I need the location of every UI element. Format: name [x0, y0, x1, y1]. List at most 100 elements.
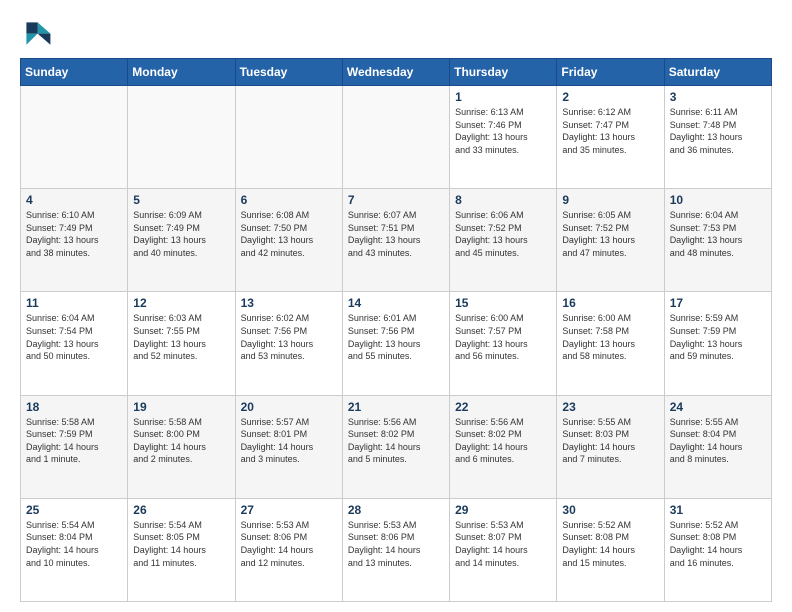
calendar-table: SundayMondayTuesdayWednesdayThursdayFrid… — [20, 58, 772, 602]
day-info: Sunrise: 5:55 AM Sunset: 8:04 PM Dayligh… — [670, 416, 766, 466]
day-cell: 10Sunrise: 6:04 AM Sunset: 7:53 PM Dayli… — [664, 189, 771, 292]
day-number: 13 — [241, 296, 337, 310]
day-cell: 15 Sunrise: 6:00 AM Sunset: 7:57 PM Dayli… — [450, 292, 557, 395]
day-info: Sunrise: 5:52 AM Sunset: 8:08 PM Dayligh… — [670, 519, 766, 569]
day-cell — [235, 86, 342, 189]
day-info: Sunrise: 6:04 AM Sunset: 7:54 PM Dayligh… — [26, 312, 122, 362]
day-info: Sunrise: 5:54 AM Sunset: 8:05 PM Dayligh… — [133, 519, 229, 569]
day-number: 28 — [348, 503, 444, 517]
day-number: 5 — [133, 193, 229, 207]
day-info: Sunrise: 6:07 AM Sunset: 7:51 PM Dayligh… — [348, 209, 444, 259]
day-cell: 1 Sunrise: 6:13 AM Sunset: 7:46 PM Daylig… — [450, 86, 557, 189]
day-cell: 8Sunrise: 6:06 AM Sunset: 7:52 PM Daylig… — [450, 189, 557, 292]
day-info: Sunrise: 5:59 AM Sunset: 7:59 PM Dayligh… — [670, 312, 766, 362]
calendar-body: 1 Sunrise: 6:13 AM Sunset: 7:46 PM Daylig… — [21, 86, 772, 602]
day-cell: 31 Sunrise: 5:52 AM Sunset: 8:08 PM Dayli… — [664, 498, 771, 601]
day-number: 24 — [670, 400, 766, 414]
day-cell: 27 Sunrise: 5:53 AM Sunset: 8:06 PM Dayli… — [235, 498, 342, 601]
day-info: Sunrise: 6:06 AM Sunset: 7:52 PM Dayligh… — [455, 209, 551, 259]
day-cell: 7 Sunrise: 6:07 AM Sunset: 7:51 PM Daylig… — [342, 189, 449, 292]
day-info: Sunrise: 6:04 AM Sunset: 7:53 PM Dayligh… — [670, 209, 766, 259]
weekday-friday: Friday — [557, 59, 664, 86]
day-cell: 21 Sunrise: 5:56 AM Sunset: 8:02 PM Dayli… — [342, 395, 449, 498]
day-number: 14 — [348, 296, 444, 310]
day-number: 18 — [26, 400, 122, 414]
day-number: 27 — [241, 503, 337, 517]
weekday-thursday: Thursday — [450, 59, 557, 86]
day-info: Sunrise: 6:08 AM Sunset: 7:50 PM Dayligh… — [241, 209, 337, 259]
day-number: 30 — [562, 503, 658, 517]
day-info: Sunrise: 6:12 AM Sunset: 7:47 PM Dayligh… — [562, 106, 658, 156]
day-number: 7 — [348, 193, 444, 207]
day-info: Sunrise: 6:02 AM Sunset: 7:56 PM Dayligh… — [241, 312, 337, 362]
day-info: Sunrise: 5:53 AM Sunset: 8:07 PM Dayligh… — [455, 519, 551, 569]
day-info: Sunrise: 5:52 AM Sunset: 8:08 PM Dayligh… — [562, 519, 658, 569]
day-number: 12 — [133, 296, 229, 310]
day-info: Sunrise: 6:13 AM Sunset: 7:46 PM Dayligh… — [455, 106, 551, 156]
day-info: Sunrise: 5:56 AM Sunset: 8:02 PM Dayligh… — [455, 416, 551, 466]
day-info: Sunrise: 6:03 AM Sunset: 7:55 PM Dayligh… — [133, 312, 229, 362]
day-info: Sunrise: 5:55 AM Sunset: 8:03 PM Dayligh… — [562, 416, 658, 466]
weekday-wednesday: Wednesday — [342, 59, 449, 86]
day-info: Sunrise: 6:09 AM Sunset: 7:49 PM Dayligh… — [133, 209, 229, 259]
day-cell: 9Sunrise: 6:05 AM Sunset: 7:52 PM Daylig… — [557, 189, 664, 292]
day-number: 26 — [133, 503, 229, 517]
weekday-tuesday: Tuesday — [235, 59, 342, 86]
day-cell: 5 Sunrise: 6:09 AM Sunset: 7:49 PM Daylig… — [128, 189, 235, 292]
day-number: 19 — [133, 400, 229, 414]
day-number: 31 — [670, 503, 766, 517]
day-info: Sunrise: 5:56 AM Sunset: 8:02 PM Dayligh… — [348, 416, 444, 466]
day-number: 17 — [670, 296, 766, 310]
day-info: Sunrise: 5:58 AM Sunset: 7:59 PM Dayligh… — [26, 416, 122, 466]
week-row-5: 25 Sunrise: 5:54 AM Sunset: 8:04 PM Dayli… — [21, 498, 772, 601]
day-number: 6 — [241, 193, 337, 207]
day-number: 25 — [26, 503, 122, 517]
weekday-saturday: Saturday — [664, 59, 771, 86]
week-row-1: 1 Sunrise: 6:13 AM Sunset: 7:46 PM Daylig… — [21, 86, 772, 189]
day-info: Sunrise: 6:11 AM Sunset: 7:48 PM Dayligh… — [670, 106, 766, 156]
day-cell: 30 Sunrise: 5:52 AM Sunset: 8:08 PM Dayli… — [557, 498, 664, 601]
day-number: 1 — [455, 90, 551, 104]
week-row-2: 4 Sunrise: 6:10 AM Sunset: 7:49 PM Daylig… — [21, 189, 772, 292]
day-info: Sunrise: 6:10 AM Sunset: 7:49 PM Dayligh… — [26, 209, 122, 259]
day-number: 23 — [562, 400, 658, 414]
logo — [20, 16, 56, 48]
day-cell: 18 Sunrise: 5:58 AM Sunset: 7:59 PM Dayli… — [21, 395, 128, 498]
day-number: 11 — [26, 296, 122, 310]
day-number: 16 — [562, 296, 658, 310]
day-number: 4 — [26, 193, 122, 207]
day-info: Sunrise: 5:57 AM Sunset: 8:01 PM Dayligh… — [241, 416, 337, 466]
day-number: 21 — [348, 400, 444, 414]
day-info: Sunrise: 5:53 AM Sunset: 8:06 PM Dayligh… — [241, 519, 337, 569]
day-info: Sunrise: 6:00 AM Sunset: 7:57 PM Dayligh… — [455, 312, 551, 362]
day-info: Sunrise: 5:53 AM Sunset: 8:06 PM Dayligh… — [348, 519, 444, 569]
day-number: 22 — [455, 400, 551, 414]
day-number: 15 — [455, 296, 551, 310]
logo-icon — [20, 16, 52, 48]
day-info: Sunrise: 5:54 AM Sunset: 8:04 PM Dayligh… — [26, 519, 122, 569]
day-number: 2 — [562, 90, 658, 104]
day-cell: 12 Sunrise: 6:03 AM Sunset: 7:55 PM Dayli… — [128, 292, 235, 395]
day-cell: 13 Sunrise: 6:02 AM Sunset: 7:56 PM Dayli… — [235, 292, 342, 395]
day-cell: 20 Sunrise: 5:57 AM Sunset: 8:01 PM Dayli… — [235, 395, 342, 498]
header — [20, 16, 772, 48]
day-cell: 29 Sunrise: 5:53 AM Sunset: 8:07 PM Dayli… — [450, 498, 557, 601]
day-cell: 26 Sunrise: 5:54 AM Sunset: 8:05 PM Dayli… — [128, 498, 235, 601]
day-cell: 25 Sunrise: 5:54 AM Sunset: 8:04 PM Dayli… — [21, 498, 128, 601]
day-cell: 6 Sunrise: 6:08 AM Sunset: 7:50 PM Daylig… — [235, 189, 342, 292]
day-cell: 24 Sunrise: 5:55 AM Sunset: 8:04 PM Dayli… — [664, 395, 771, 498]
calendar-header: SundayMondayTuesdayWednesdayThursdayFrid… — [21, 59, 772, 86]
day-cell: 23 Sunrise: 5:55 AM Sunset: 8:03 PM Dayli… — [557, 395, 664, 498]
day-cell: 14Sunrise: 6:01 AM Sunset: 7:56 PM Dayli… — [342, 292, 449, 395]
weekday-sunday: Sunday — [21, 59, 128, 86]
day-number: 20 — [241, 400, 337, 414]
day-cell: 11 Sunrise: 6:04 AM Sunset: 7:54 PM Dayli… — [21, 292, 128, 395]
day-info: Sunrise: 5:58 AM Sunset: 8:00 PM Dayligh… — [133, 416, 229, 466]
day-number: 3 — [670, 90, 766, 104]
page: SundayMondayTuesdayWednesdayThursdayFrid… — [0, 0, 792, 612]
day-cell: 22 Sunrise: 5:56 AM Sunset: 8:02 PM Dayli… — [450, 395, 557, 498]
day-cell: 3 Sunrise: 6:11 AM Sunset: 7:48 PM Daylig… — [664, 86, 771, 189]
day-cell — [21, 86, 128, 189]
day-number: 29 — [455, 503, 551, 517]
day-cell: 4 Sunrise: 6:10 AM Sunset: 7:49 PM Daylig… — [21, 189, 128, 292]
